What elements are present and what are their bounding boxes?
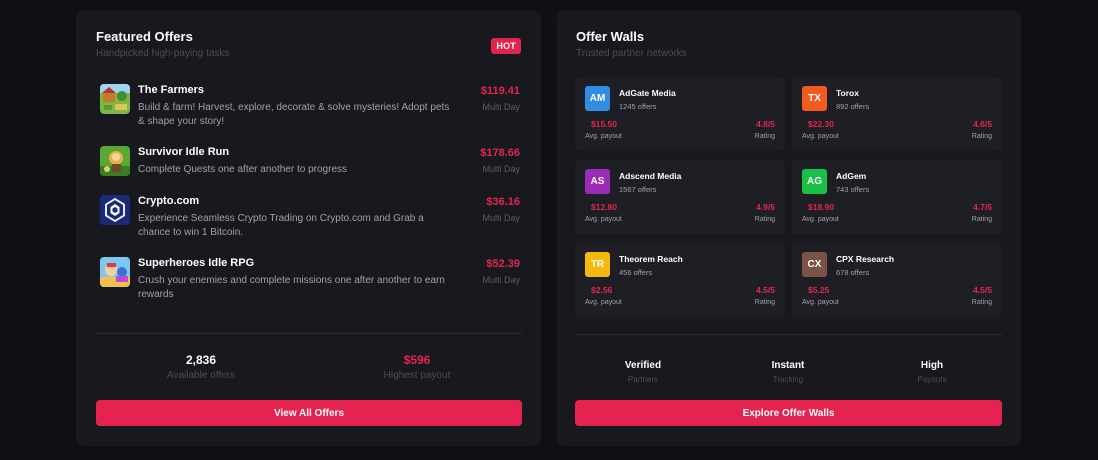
wall-rating: 4.6/5 — [973, 119, 992, 129]
offer-description: Experience Seamless Crypto Trading on Cr… — [138, 213, 424, 238]
offer-price: $36.16 — [486, 196, 520, 208]
stat-highest-payout: $596 Highest payout — [352, 353, 482, 381]
wall-offer-count: 1567 offers — [619, 185, 657, 194]
wall-avatar: AG — [802, 169, 827, 194]
wall-avg-payout-label: Avg. payout — [585, 216, 622, 223]
offer-description: Build & farm! Harvest, explore, decorate… — [138, 102, 450, 127]
offer-wall-tile[interactable]: TR Theorem Reach 456 offers $2.56 Avg. payou… — [575, 243, 785, 317]
offer-wall-tile[interactable]: AM AdGate Media 1245 offers $15.50 Avg. payo… — [575, 77, 785, 151]
wall-avg-payout: $2.56 — [591, 285, 613, 295]
wall-name: CPX Research — [836, 254, 895, 264]
feature-value: Instant — [771, 360, 805, 371]
offer-description: Crush your enemies and complete missions… — [138, 275, 445, 300]
featured-offers-card: Featured Offers Handpicked high-paying t… — [76, 11, 541, 446]
superheroes-game-icon — [100, 257, 130, 287]
wall-avatar: AS — [585, 169, 610, 194]
wall-name: AdGate Media — [619, 88, 676, 98]
feature-high: High Payouts — [872, 360, 992, 384]
wall-avg-payout: $18.90 — [808, 202, 834, 212]
wall-rating-label: Rating — [754, 133, 775, 140]
wall-avg-payout: $5.25 — [808, 285, 830, 295]
offer-wall-tile[interactable]: CX CPX Research 678 offers $5.25 Avg. payout… — [792, 243, 1002, 317]
view-all-offers-button[interactable]: View All Offers — [96, 400, 522, 426]
wall-avg-payout: $12.80 — [591, 202, 617, 212]
farmers-game-icon — [100, 84, 130, 114]
wall-offer-count: 678 offers — [836, 268, 870, 277]
feature-label: Payouts — [917, 375, 947, 384]
wall-rating: 4.8/5 — [756, 119, 775, 129]
wall-rating-label: Rating — [971, 299, 992, 306]
wall-avg-payout-label: Avg. payout — [585, 133, 622, 140]
page: Featured Offers Handpicked high-paying t… — [0, 0, 1098, 460]
divider — [575, 334, 1002, 335]
offer-duration: Multi Day — [482, 164, 520, 174]
offer-name: The Farmers — [138, 84, 205, 96]
offer-item[interactable]: Survivor Idle Run Complete Quests one af… — [100, 146, 520, 178]
wall-rating: 4.7/5 — [973, 202, 992, 212]
offer-wall-tile[interactable]: AG AdGem 743 offers $18.90 Avg. payout 4.7/5 R… — [792, 160, 1002, 234]
stat-label: Highest payout — [383, 370, 451, 381]
offer-description: Complete Quests one after another to pro… — [138, 164, 348, 175]
feature-label: Partners — [627, 375, 659, 384]
wall-offer-count: 1245 offers — [619, 102, 657, 111]
offer-duration: Multi Day — [482, 102, 520, 112]
stat-available-offers: 2,836 Available offers — [136, 353, 266, 381]
wall-avatar: AM — [585, 86, 610, 111]
wall-rating: 4.5/5 — [756, 285, 775, 295]
offer-wall-tile[interactable]: TX Torox 892 offers $22.30 Avg. payout 4.6/5 R… — [792, 77, 1002, 151]
wall-avg-payout-label: Avg. payout — [802, 133, 839, 140]
wall-avatar: TR — [585, 252, 610, 277]
offer-walls-subtitle: Trusted partner networks — [576, 48, 687, 59]
wall-rating-label: Rating — [754, 216, 775, 223]
divider — [96, 333, 522, 334]
offer-item[interactable]: Crypto.com Experience Seamless Crypto Tr… — [100, 195, 520, 241]
stat-label: Available offers — [166, 370, 235, 381]
feature-label: Tracking — [772, 375, 804, 384]
offer-name: Crypto.com — [138, 195, 200, 207]
offer-price: $52.39 — [486, 258, 520, 270]
wall-name: Adscend Media — [619, 171, 682, 181]
offer-name: Survivor Idle Run — [138, 146, 230, 158]
feature-value: Verified — [624, 360, 662, 371]
survivor-game-icon — [100, 146, 130, 176]
offer-duration: Multi Day — [482, 213, 520, 223]
wall-rating-label: Rating — [754, 299, 775, 306]
offer-item[interactable]: The Farmers Build & farm! Harvest, explo… — [100, 84, 520, 130]
offer-duration: Multi Day — [482, 275, 520, 285]
crypto-com-icon — [100, 195, 130, 225]
wall-avg-payout-label: Avg. payout — [585, 299, 622, 306]
explore-offer-walls-button[interactable]: Explore Offer Walls — [575, 400, 1002, 426]
offer-item[interactable]: Superheroes Idle RPG Crush your enemies … — [100, 257, 520, 303]
wall-avg-payout-label: Avg. payout — [802, 216, 839, 223]
wall-avg-payout: $22.30 — [808, 119, 834, 129]
wall-rating-label: Rating — [971, 216, 992, 223]
offer-price: $119.41 — [480, 85, 520, 97]
featured-offers-title: Featured Offers — [96, 29, 193, 44]
offer-price: $178.66 — [480, 147, 520, 159]
wall-offer-count: 456 offers — [619, 268, 653, 277]
hot-badge: HOT — [491, 38, 521, 54]
wall-name: Torox — [836, 88, 859, 98]
wall-rating: 4.9/5 — [756, 202, 775, 212]
wall-avg-payout-label: Avg. payout — [802, 299, 839, 306]
feature-value: High — [920, 360, 944, 371]
stat-value: $596 — [403, 353, 431, 367]
offer-name: Superheroes Idle RPG — [138, 257, 255, 269]
wall-avatar: TX — [802, 86, 827, 111]
wall-avg-payout: $15.50 — [591, 119, 617, 129]
wall-rating: 4.5/5 — [973, 285, 992, 295]
wall-avatar: CX — [802, 252, 827, 277]
offer-walls-card: Offer Walls Trusted partner networks AM A… — [557, 11, 1021, 446]
stat-value: 2,836 — [185, 353, 217, 367]
wall-offer-count: 743 offers — [836, 185, 870, 194]
feature-instant: Instant Tracking — [728, 360, 848, 384]
featured-offers-subtitle: Handpicked high-paying tasks — [96, 48, 230, 59]
wall-name: Theorem Reach — [619, 254, 683, 264]
feature-verified: Verified Partners — [583, 360, 703, 384]
wall-rating-label: Rating — [971, 133, 992, 140]
offer-walls-title: Offer Walls — [576, 29, 645, 44]
wall-offer-count: 892 offers — [836, 102, 870, 111]
offer-wall-tile[interactable]: AS Adscend Media 1567 offers $12.80 Avg. pay… — [575, 160, 785, 234]
wall-name: AdGem — [836, 171, 867, 181]
